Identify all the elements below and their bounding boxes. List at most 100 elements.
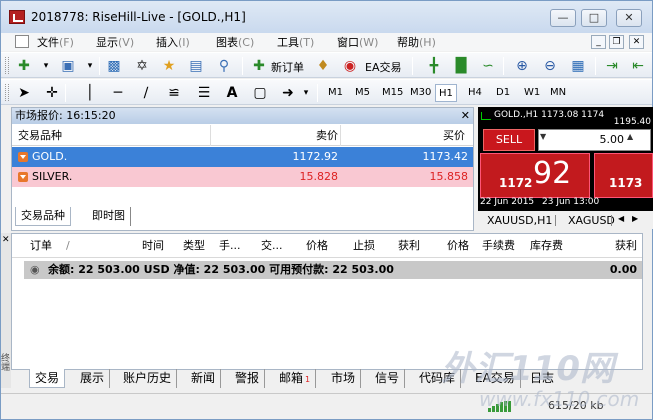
sell-price-box[interactable]: 1172 92	[480, 153, 590, 198]
symbol-row-silver[interactable]: SILVER. 15.828 15.858	[12, 167, 473, 187]
one-click-sell-button[interactable]: SELL	[483, 129, 535, 151]
trendline-icon[interactable]: ∕	[137, 84, 155, 102]
menu-chart[interactable]: 图表(C)	[216, 34, 254, 50]
chart-shift-icon[interactable]: ⇤	[629, 57, 647, 75]
tab-scroll-right-icon[interactable]: ▶	[632, 214, 638, 223]
terminal-icon[interactable]: ▤	[187, 57, 205, 75]
terminal-close-icon[interactable]: ✕	[2, 235, 10, 245]
mdi-minimize-button[interactable]: _	[591, 35, 606, 49]
new-chart-icon[interactable]: ✚	[15, 57, 33, 75]
tab-symbols[interactable]: 交易品种	[15, 207, 71, 226]
column-ask[interactable]: 买价	[443, 125, 465, 146]
tab-account-history[interactable]: 账户历史	[118, 369, 178, 388]
ea-trade-button[interactable]: EA交易	[365, 59, 401, 75]
menu-help[interactable]: 帮助(H)	[397, 34, 436, 50]
timeframe-h1[interactable]: H1	[435, 84, 457, 102]
new-order-button[interactable]: 新订单	[271, 59, 304, 75]
buy-price-box[interactable]: 1173	[594, 153, 653, 198]
column-lots[interactable]: 手...	[219, 234, 241, 258]
chart-window[interactable]: GOLD.,H1 1173.08 1174 1195.40 SELL 5.00 …	[478, 107, 653, 211]
timeframe-w1[interactable]: W1	[521, 84, 543, 102]
zoom-out-icon[interactable]: ⊖	[541, 57, 559, 75]
mdi-close-button[interactable]: ✕	[629, 35, 644, 49]
tab-alerts[interactable]: 警报	[230, 369, 266, 388]
close-icon[interactable]: ✕	[461, 108, 470, 124]
profiles-dropdown-icon[interactable]: ▾	[81, 57, 99, 75]
chart-tab-xauusd[interactable]: XAUUSD,H1	[487, 214, 552, 227]
text-icon[interactable]: A	[223, 84, 241, 102]
arrows-icon[interactable]: ➜	[279, 84, 297, 102]
balance-summary-row[interactable]: ◉ 余额: 22 503.00 USD 净值: 22 503.00 可用预付款:…	[24, 261, 642, 279]
column-current-price[interactable]: 价格	[447, 234, 469, 258]
timeframe-mn[interactable]: MN	[547, 84, 569, 102]
tab-market[interactable]: 市场	[326, 369, 362, 388]
navigator-icon[interactable]: ✡	[133, 57, 151, 75]
minimize-button[interactable]: —	[550, 9, 576, 27]
candlestick-icon[interactable]: █	[452, 57, 470, 75]
new-chart-dropdown-icon[interactable]: ▾	[37, 57, 55, 75]
fibonacci-icon[interactable]: ☰	[195, 84, 213, 102]
text-label-icon[interactable]: ▢	[251, 84, 269, 102]
toolbar-grip[interactable]	[5, 84, 9, 101]
column-type[interactable]: 类型	[183, 234, 205, 258]
column-take-profit[interactable]: 获利	[398, 234, 420, 258]
crosshair-icon[interactable]: ✛	[43, 84, 61, 102]
column-swap[interactable]: 库存费	[530, 234, 563, 258]
zoom-in-icon[interactable]: ⊕	[513, 57, 531, 75]
column-order[interactable]: 订单	[30, 234, 52, 258]
favorites-icon[interactable]: ★	[160, 57, 178, 75]
line-chart-icon[interactable]: ∽	[479, 57, 497, 75]
column-symbol[interactable]: 交易品种	[18, 125, 62, 146]
timeframe-m1[interactable]: M1	[325, 84, 346, 102]
symbol-row-gold[interactable]: GOLD. 1172.92 1173.42	[12, 147, 473, 167]
column-symbol[interactable]: 交...	[261, 234, 283, 258]
column-profit[interactable]: 获利	[615, 234, 637, 258]
equidistant-channel-icon[interactable]: ≌	[165, 84, 183, 102]
vertical-line-icon[interactable]: │	[81, 84, 99, 102]
mdi-restore-button[interactable]: ❐	[609, 35, 624, 49]
menu-file[interactable]: 文件(F)	[37, 34, 74, 50]
timeframe-d1[interactable]: D1	[493, 84, 513, 102]
timeframe-m5[interactable]: M5	[352, 84, 373, 102]
tab-mailbox[interactable]: 邮箱 1	[274, 369, 317, 388]
arrows-dropdown-icon[interactable]: ▾	[297, 84, 315, 102]
close-button[interactable]: ✕	[616, 9, 642, 27]
horizontal-line-icon[interactable]: ─	[109, 84, 127, 102]
new-order-icon[interactable]: ✚	[250, 57, 268, 75]
menu-tools[interactable]: 工具(T)	[277, 34, 314, 50]
ea-trade-icon[interactable]: ◉	[341, 57, 359, 75]
lot-size-input[interactable]: 5.00	[538, 129, 651, 151]
auto-scroll-icon[interactable]: ⇥	[603, 57, 621, 75]
maximize-button[interactable]: □	[581, 9, 607, 27]
timeframe-m30[interactable]: M30	[407, 84, 434, 102]
market-watch-icon[interactable]: ▩	[105, 57, 123, 75]
strategy-tester-icon[interactable]: ⚲	[215, 57, 233, 75]
lot-up-icon[interactable]: ▲	[627, 132, 633, 141]
timeframe-m15[interactable]: M15	[379, 84, 406, 102]
profiles-icon[interactable]: ▣	[59, 57, 77, 75]
menu-window[interactable]: 窗口(W)	[337, 34, 378, 50]
sort-indicator: /	[66, 239, 70, 252]
tab-news[interactable]: 新闻	[186, 369, 222, 388]
column-time[interactable]: 时间	[142, 234, 164, 258]
tab-scroll-left-icon[interactable]: ◀	[618, 214, 624, 223]
balance-summary-text: 余额: 22 503.00 USD 净值: 22 503.00 可用预付款: 2…	[48, 263, 394, 276]
toolbar-grip[interactable]	[5, 57, 9, 74]
cursor-icon[interactable]: ➤	[15, 84, 33, 102]
tab-trade[interactable]: 交易	[29, 369, 66, 388]
column-commission[interactable]: 手续费	[482, 234, 515, 258]
metaeditor-icon[interactable]: ♦	[314, 57, 332, 75]
timeframe-h4[interactable]: H4	[465, 84, 485, 102]
column-price[interactable]: 价格	[306, 234, 328, 258]
lot-down-icon[interactable]: ▼	[540, 132, 546, 141]
tile-windows-icon[interactable]: ▦	[569, 57, 587, 75]
menu-view[interactable]: 显示(V)	[96, 34, 134, 50]
menu-insert[interactable]: 插入(I)	[156, 34, 190, 50]
column-bid[interactable]: 卖价	[316, 125, 338, 146]
tab-exposure[interactable]: 展示	[75, 369, 111, 388]
chart-tab-xagusd[interactable]: XAGUSD	[568, 214, 615, 227]
tab-signals[interactable]: 信号	[370, 369, 406, 388]
bar-chart-icon[interactable]: ╋	[425, 57, 443, 75]
tab-tick-chart[interactable]: 即时图	[87, 207, 131, 226]
column-stop-loss[interactable]: 止损	[353, 234, 375, 258]
